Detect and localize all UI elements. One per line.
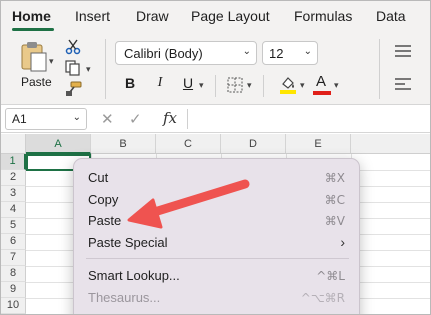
ribbon-separator xyxy=(215,75,216,97)
chevron-down-icon: ⌄ xyxy=(303,46,312,57)
ribbon-separator xyxy=(379,39,380,99)
font-color-letter: A xyxy=(316,73,327,90)
italic-button[interactable]: I xyxy=(151,75,169,95)
excel-window: Home Insert Draw Page Layout Formulas Da… xyxy=(0,0,431,315)
copy-dropdown-caret[interactable]: ▾ xyxy=(86,64,91,75)
row-header-4[interactable]: 4 xyxy=(1,202,26,218)
column-header-c[interactable]: C xyxy=(156,134,221,154)
cut-shortcut: ⌘X xyxy=(324,171,345,185)
menu-item-cut[interactable]: Cut xyxy=(88,170,108,185)
chevron-right-icon: › xyxy=(340,234,345,250)
smart-lookup-shortcut: ^⌘L xyxy=(316,269,345,283)
name-box-value: A1 xyxy=(12,112,27,126)
active-tab-indicator xyxy=(12,28,54,31)
tab-data[interactable]: Data xyxy=(376,8,406,24)
font-color-dropdown-caret[interactable]: ▾ xyxy=(334,80,339,91)
underline-dropdown-caret[interactable]: ▾ xyxy=(199,80,204,91)
paste-icon[interactable] xyxy=(19,41,49,78)
context-menu: Cut ⌘X Copy ⌘C Paste ⌘V Paste Special › … xyxy=(73,158,360,314)
align-top-icon[interactable] xyxy=(393,44,413,63)
formula-bar-separator xyxy=(187,109,188,129)
row-header-7[interactable]: 7 xyxy=(1,250,26,266)
enter-icon[interactable]: ✓ xyxy=(129,110,142,128)
select-all-corner[interactable] xyxy=(1,134,26,154)
font-size-value: 12 xyxy=(269,46,284,61)
row-header-3[interactable]: 3 xyxy=(1,186,26,202)
tab-page-layout[interactable]: Page Layout xyxy=(191,8,270,24)
menu-item-smart-lookup[interactable]: Smart Lookup... xyxy=(88,268,180,283)
row-header-5[interactable]: 5 xyxy=(1,218,26,234)
paste-shortcut: ⌘V xyxy=(324,214,345,228)
tab-home[interactable]: Home xyxy=(12,8,51,24)
menu-separator xyxy=(86,258,349,259)
row-header-10[interactable]: 10 xyxy=(1,298,26,314)
ribbon-separator xyxy=(105,39,106,99)
chevron-down-icon: ⌄ xyxy=(72,112,81,123)
column-header-e[interactable]: E xyxy=(286,134,351,154)
font-name-dropdown[interactable]: Calibri (Body) ⌄ xyxy=(115,41,257,65)
column-header-f[interactable] xyxy=(351,134,430,154)
row-header-9[interactable]: 9 xyxy=(1,282,26,298)
name-box[interactable]: A1 ⌄ xyxy=(5,108,87,130)
paste-label[interactable]: Paste xyxy=(21,75,52,89)
fill-color-dropdown-caret[interactable]: ▾ xyxy=(300,80,305,91)
font-size-dropdown[interactable]: 12 ⌄ xyxy=(262,41,318,65)
font-color-icon[interactable]: A xyxy=(313,73,331,95)
menu-item-thesaurus: Thesaurus... xyxy=(88,290,161,305)
copy-shortcut: ⌘C xyxy=(324,193,345,207)
tab-formulas[interactable]: Formulas xyxy=(294,8,352,24)
cut-icon[interactable] xyxy=(65,39,81,60)
column-header-a[interactable]: A xyxy=(26,134,91,154)
underline-button[interactable]: U xyxy=(179,75,197,95)
row-header-2[interactable]: 2 xyxy=(1,170,26,186)
formula-bar: A1 ⌄ ✕ ✓ fx xyxy=(1,105,430,133)
fill-color-icon[interactable] xyxy=(279,75,297,100)
chevron-down-icon: ⌄ xyxy=(242,46,251,57)
row-header-6[interactable]: 6 xyxy=(1,234,26,250)
menu-item-copy[interactable]: Copy xyxy=(88,192,118,207)
insert-function-button[interactable]: fx xyxy=(163,109,177,127)
paste-dropdown-caret[interactable]: ▾ xyxy=(49,56,54,67)
ribbon-tab-bar: Home Insert Draw Page Layout Formulas Da… xyxy=(1,1,430,33)
borders-dropdown-caret[interactable]: ▾ xyxy=(247,80,252,91)
ribbon: ▾ Paste ▾ Calibri (Body) ⌄ 12 ⌄ B I U ▾ … xyxy=(1,33,430,105)
row-header-8[interactable]: 8 xyxy=(1,266,26,282)
tab-draw[interactable]: Draw xyxy=(136,8,169,24)
cancel-icon[interactable]: ✕ xyxy=(101,110,114,128)
thesaurus-shortcut: ^⌥⌘R xyxy=(300,291,345,305)
column-header-d[interactable]: D xyxy=(221,134,286,154)
copy-icon[interactable] xyxy=(65,60,83,81)
ribbon-separator xyxy=(263,75,264,97)
align-left-icon[interactable] xyxy=(393,77,413,96)
tab-insert[interactable]: Insert xyxy=(75,8,110,24)
column-header-b[interactable]: B xyxy=(91,134,156,154)
borders-icon[interactable] xyxy=(227,77,243,98)
font-name-value: Calibri (Body) xyxy=(124,46,203,61)
row-header-1[interactable]: 1 xyxy=(1,154,26,170)
menu-item-paste[interactable]: Paste xyxy=(88,213,121,228)
format-painter-icon[interactable] xyxy=(65,81,83,102)
bold-button[interactable]: B xyxy=(121,75,139,95)
font-color-swatch xyxy=(313,91,331,95)
menu-item-paste-special[interactable]: Paste Special xyxy=(88,235,168,250)
